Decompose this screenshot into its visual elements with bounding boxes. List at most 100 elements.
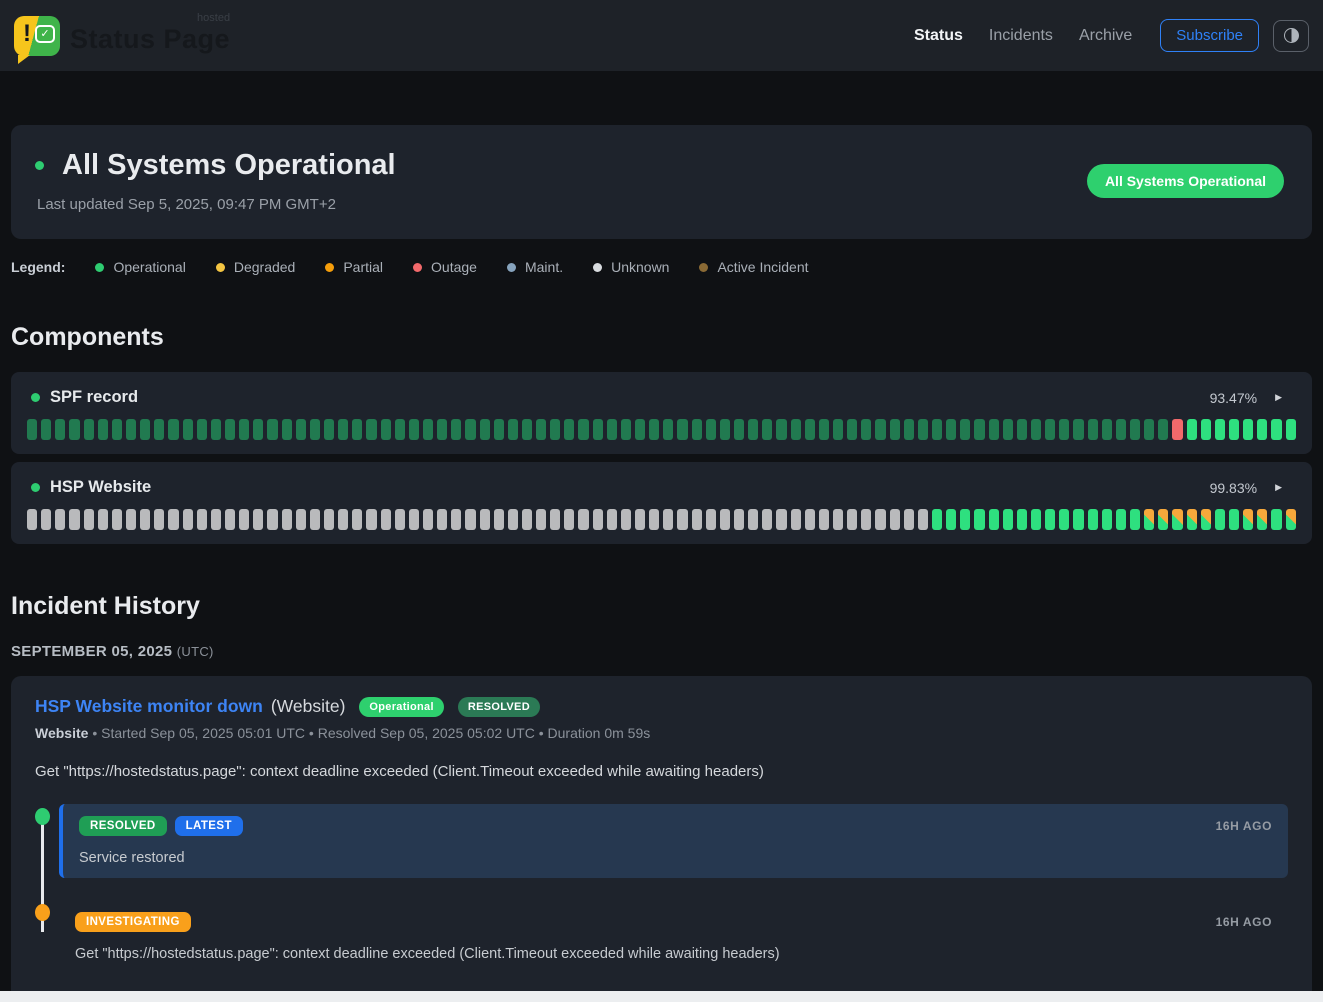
uptime-bar[interactable] (282, 509, 292, 530)
uptime-bar[interactable] (875, 419, 885, 440)
uptime-bar[interactable] (437, 509, 447, 530)
uptime-bar[interactable] (423, 509, 433, 530)
uptime-bar[interactable] (41, 419, 51, 440)
uptime-bar[interactable] (550, 509, 560, 530)
uptime-bar[interactable] (578, 509, 588, 530)
uptime-bar[interactable] (805, 419, 815, 440)
uptime-bar[interactable] (395, 419, 405, 440)
uptime-bar[interactable] (1088, 419, 1098, 440)
uptime-bar[interactable] (126, 419, 136, 440)
uptime-bar[interactable] (366, 509, 376, 530)
uptime-bar[interactable] (663, 509, 673, 530)
uptime-bar[interactable] (409, 509, 419, 530)
uptime-bar[interactable] (819, 509, 829, 530)
uptime-bar[interactable] (1059, 419, 1069, 440)
uptime-bar[interactable] (423, 419, 433, 440)
uptime-bar[interactable] (140, 509, 150, 530)
uptime-bar[interactable] (352, 419, 362, 440)
uptime-bar[interactable] (1215, 509, 1225, 530)
uptime-bar[interactable] (960, 419, 970, 440)
uptime-bar[interactable] (748, 509, 758, 530)
uptime-bar[interactable] (409, 419, 419, 440)
uptime-bar[interactable] (776, 509, 786, 530)
brand-logo[interactable]: ! ✓ hosted Status Page (14, 16, 230, 56)
uptime-bar[interactable] (41, 509, 51, 530)
uptime-bar[interactable] (564, 419, 574, 440)
uptime-bar[interactable] (1243, 419, 1253, 440)
uptime-bar[interactable] (1257, 509, 1267, 530)
uptime-bar[interactable] (154, 509, 164, 530)
uptime-bar[interactable] (522, 419, 532, 440)
uptime-bar[interactable] (1271, 509, 1281, 530)
uptime-bar[interactable] (366, 419, 376, 440)
uptime-bar[interactable] (267, 509, 277, 530)
uptime-bar[interactable] (1201, 509, 1211, 530)
uptime-bar[interactable] (239, 419, 249, 440)
uptime-bar[interactable] (480, 509, 490, 530)
uptime-bar[interactable] (494, 419, 504, 440)
uptime-bar[interactable] (762, 509, 772, 530)
uptime-bar[interactable] (1073, 419, 1083, 440)
uptime-bar[interactable] (974, 509, 984, 530)
uptime-bar[interactable] (819, 419, 829, 440)
uptime-bar[interactable] (225, 509, 235, 530)
uptime-bar[interactable] (904, 509, 914, 530)
uptime-bar[interactable] (1130, 419, 1140, 440)
uptime-bar[interactable] (791, 419, 801, 440)
nav-link-status[interactable]: Status (914, 27, 963, 45)
uptime-bar[interactable] (635, 419, 645, 440)
uptime-bar[interactable] (578, 419, 588, 440)
uptime-bar[interactable] (211, 419, 221, 440)
uptime-bar[interactable] (720, 509, 730, 530)
uptime-bar[interactable] (776, 419, 786, 440)
uptime-bar[interactable] (607, 509, 617, 530)
uptime-bar[interactable] (1229, 419, 1239, 440)
expand-arrow-icon[interactable]: ▶ (1275, 482, 1282, 493)
uptime-bar[interactable] (1102, 509, 1112, 530)
uptime-bar[interactable] (1229, 509, 1239, 530)
uptime-bar[interactable] (1045, 419, 1055, 440)
uptime-bar[interactable] (847, 419, 857, 440)
uptime-bar[interactable] (918, 509, 928, 530)
theme-toggle-button[interactable] (1273, 20, 1309, 52)
uptime-bar[interactable] (833, 509, 843, 530)
uptime-bar[interactable] (239, 509, 249, 530)
uptime-bar[interactable] (338, 419, 348, 440)
uptime-bar[interactable] (69, 509, 79, 530)
uptime-bar[interactable] (395, 509, 405, 530)
uptime-bar[interactable] (1003, 509, 1013, 530)
uptime-bar[interactable] (168, 509, 178, 530)
uptime-bar[interactable] (465, 419, 475, 440)
uptime-bar[interactable] (1102, 419, 1112, 440)
uptime-bar[interactable] (480, 419, 490, 440)
uptime-bar[interactable] (946, 419, 956, 440)
uptime-bar[interactable] (1003, 419, 1013, 440)
uptime-bar[interactable] (98, 509, 108, 530)
uptime-bar[interactable] (197, 509, 207, 530)
uptime-bar[interactable] (762, 419, 772, 440)
uptime-bar[interactable] (1158, 419, 1168, 440)
uptime-bar[interactable] (677, 509, 687, 530)
uptime-bar[interactable] (508, 509, 518, 530)
uptime-bar[interactable] (960, 509, 970, 530)
uptime-bar[interactable] (861, 419, 871, 440)
uptime-bar[interactable] (126, 509, 136, 530)
uptime-bar[interactable] (84, 419, 94, 440)
uptime-bar[interactable] (140, 419, 150, 440)
uptime-bar[interactable] (296, 509, 306, 530)
uptime-bar[interactable] (168, 419, 178, 440)
uptime-bar[interactable] (550, 419, 560, 440)
uptime-bar[interactable] (381, 419, 391, 440)
uptime-bar[interactable] (593, 419, 603, 440)
uptime-bar[interactable] (734, 509, 744, 530)
uptime-bar[interactable] (154, 419, 164, 440)
uptime-bar[interactable] (296, 419, 306, 440)
uptime-bar[interactable] (1116, 419, 1126, 440)
uptime-bar[interactable] (1073, 509, 1083, 530)
expand-arrow-icon[interactable]: ▶ (1275, 392, 1282, 403)
uptime-bar[interactable] (267, 419, 277, 440)
uptime-bar[interactable] (1045, 509, 1055, 530)
uptime-bar[interactable] (451, 419, 461, 440)
uptime-bar[interactable] (1243, 509, 1253, 530)
uptime-bar[interactable] (805, 509, 815, 530)
